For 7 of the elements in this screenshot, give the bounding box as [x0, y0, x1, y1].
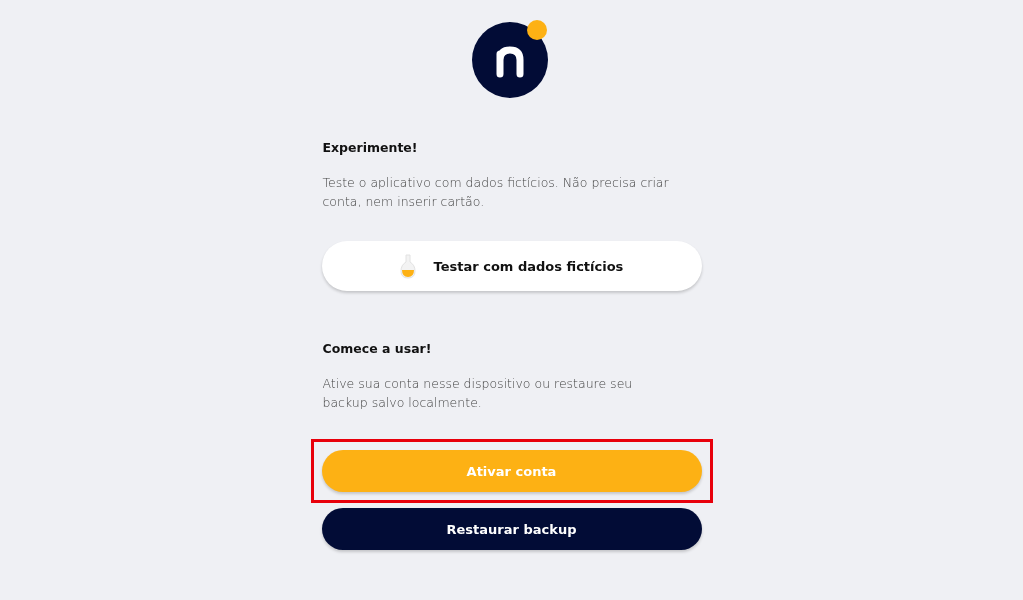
action-button[interactable]: Restaurar backup — [321, 508, 702, 550]
section-title: Comece a usar! — [322, 341, 433, 356]
section-description: Teste o aplicativo com dados fictícios. Não precisa criar conta, nem inserir cartão. — [322, 174, 670, 211]
section-description: Ative sua conta nesse dispositivo ou restaure seu backup salvo localmente. — [322, 375, 634, 412]
flask-icon — [399, 253, 416, 279]
section-title: Experimente! — [322, 140, 419, 155]
test-button[interactable]: Testar com dados fictícios — [321, 241, 702, 291]
